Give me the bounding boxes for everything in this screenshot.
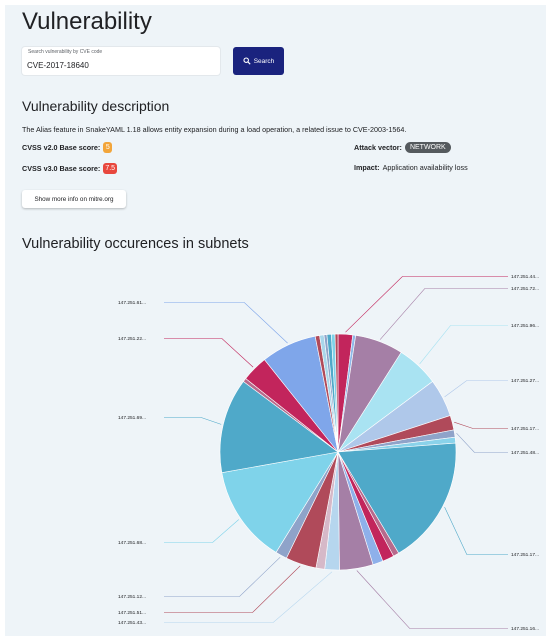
subnet-pie-chart: 147.251.44... 147.251.72... 147.251.96... 1… — [118, 274, 539, 632]
pie-label-connector — [456, 432, 508, 453]
pie-label-connector — [164, 571, 333, 623]
pie-slice-label: 147.251.22... — [118, 336, 146, 342]
pie-label-connector — [419, 325, 508, 365]
pie-slice-label: 147.251.17... — [511, 552, 539, 558]
pie-label-connector — [444, 506, 508, 555]
pie-slice-label: 147.251.12... — [118, 594, 146, 600]
pie-label-connector — [164, 556, 281, 597]
pie-slice-label: 147.251.43... — [118, 620, 146, 626]
pie-slice-label: 147.251.68... — [118, 540, 146, 546]
pie-label-connector — [454, 421, 508, 429]
pie-label-connector — [345, 276, 508, 333]
pie-slice-label: 147.251.16... — [511, 626, 539, 632]
pie-slice-label: 147.251.61... — [118, 300, 146, 306]
pie-slice-label: 147.251.44... — [511, 274, 539, 280]
pie-label-connector — [164, 565, 301, 613]
pie-slice-label: 147.251.72... — [511, 286, 539, 292]
pie-label-connector — [164, 338, 254, 368]
pie-label-connector — [379, 288, 508, 340]
pie-slice-label: 147.251.51... — [118, 610, 146, 616]
pie-slice-label: 147.251.17... — [511, 426, 539, 432]
pie-slice-label: 147.251.96... — [511, 323, 539, 329]
pie-label-connector — [164, 417, 222, 425]
pie-label-connector — [164, 519, 239, 543]
pie-label-connector — [444, 380, 508, 398]
pie-label-connector — [356, 570, 508, 629]
pie-label-connector — [164, 302, 288, 344]
pie-slice-label: 147.251.69... — [118, 415, 146, 421]
pie-slice-label: 147.251.27... — [511, 378, 539, 384]
pie-slice-label: 147.251.48... — [511, 450, 539, 456]
